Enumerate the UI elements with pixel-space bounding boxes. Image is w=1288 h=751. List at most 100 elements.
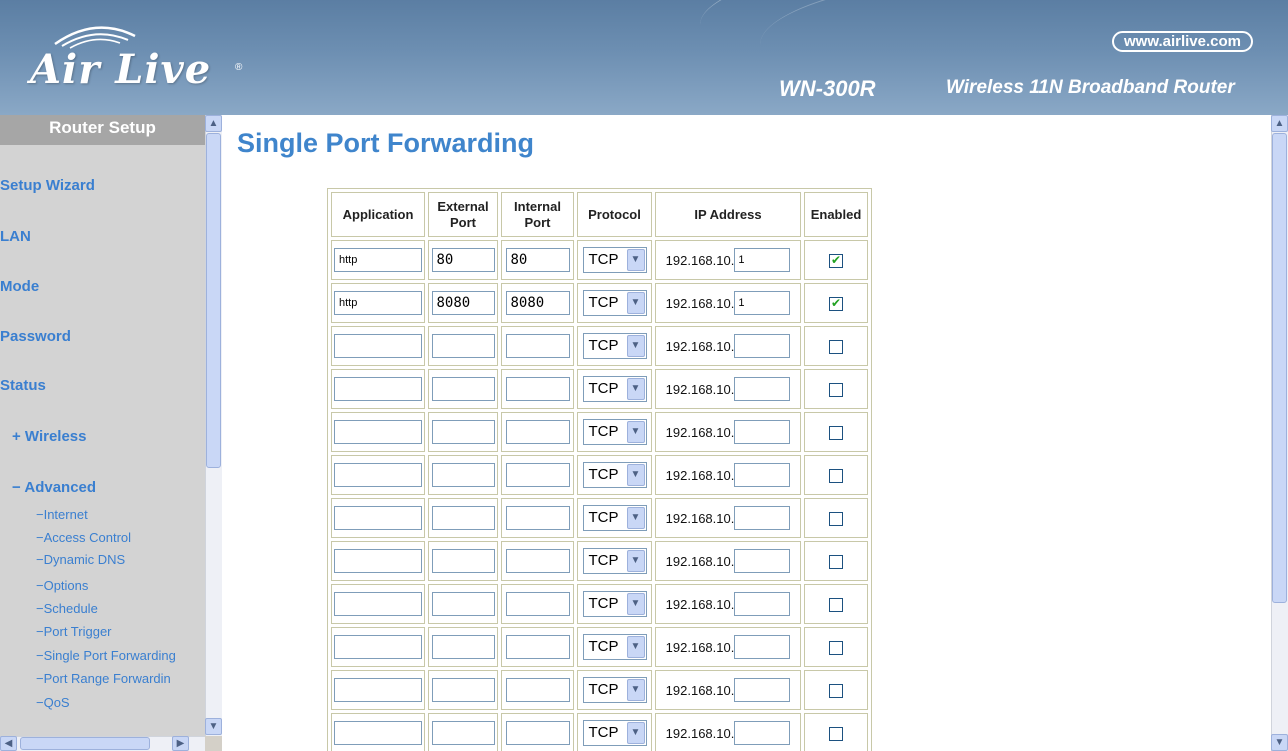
application-input[interactable] [334, 721, 422, 745]
sidebar-subitem-qos[interactable]: −QoS [36, 695, 70, 710]
chevron-down-icon[interactable]: ▼ [626, 335, 645, 357]
sidebar-item-status[interactable]: Status [0, 377, 46, 394]
application-input[interactable] [334, 506, 422, 530]
scroll-right-arrow-icon[interactable]: ▶ [172, 736, 189, 751]
ip-last-octet-input[interactable] [734, 678, 791, 702]
scroll-left-arrow-icon[interactable]: ◀ [0, 736, 17, 751]
scroll-up-arrow-icon[interactable]: ▲ [205, 115, 222, 132]
chevron-down-icon[interactable]: ▼ [626, 593, 645, 615]
application-input[interactable] [334, 334, 422, 358]
enabled-checkbox[interactable] [829, 511, 843, 526]
ip-last-octet-input[interactable] [734, 635, 791, 659]
sidebar-vertical-scrollbar[interactable]: ▲ ▼ [205, 115, 222, 736]
enabled-checkbox[interactable] [829, 425, 843, 440]
chevron-down-icon[interactable]: ▼ [626, 421, 645, 443]
application-input[interactable] [334, 420, 422, 444]
sidebar-subitem-dynamic-dns[interactable]: −Dynamic DNS [36, 552, 125, 567]
chevron-down-icon[interactable]: ▼ [626, 378, 645, 400]
ip-last-octet-input[interactable]: 1 [734, 248, 791, 272]
external-port-input[interactable] [431, 721, 495, 745]
internal-port-input[interactable] [505, 420, 570, 444]
internal-port-input[interactable]: 80 [505, 248, 570, 272]
enabled-checkbox[interactable] [829, 726, 843, 741]
application-input[interactable] [334, 678, 422, 702]
sidebar-item-lan[interactable]: LAN [0, 228, 31, 245]
external-port-input[interactable] [431, 506, 495, 530]
internal-port-input[interactable] [505, 678, 570, 702]
enabled-checkbox[interactable] [829, 296, 843, 311]
internal-port-input[interactable] [505, 635, 570, 659]
protocol-select[interactable]: TCP ▼ [582, 505, 647, 531]
internal-port-input[interactable] [505, 549, 570, 573]
sidebar-scroll-thumb[interactable] [206, 133, 221, 468]
protocol-select[interactable]: TCP ▼ [582, 247, 647, 273]
internal-port-input[interactable] [505, 463, 570, 487]
internal-port-input[interactable] [505, 721, 570, 745]
internal-port-input[interactable] [505, 334, 570, 358]
enabled-checkbox[interactable] [829, 468, 843, 483]
sidebar-horizontal-scrollbar[interactable]: ◀ ▶ [0, 736, 205, 751]
main-scroll-thumb[interactable] [1272, 133, 1287, 603]
application-input[interactable] [334, 377, 422, 401]
enabled-checkbox[interactable] [829, 597, 843, 612]
chevron-down-icon[interactable]: ▼ [626, 679, 645, 701]
external-port-input[interactable]: 80 [431, 248, 495, 272]
chevron-down-icon[interactable]: ▼ [626, 507, 645, 529]
protocol-select[interactable]: TCP ▼ [582, 548, 647, 574]
internal-port-input[interactable] [505, 592, 570, 616]
sidebar-hscroll-thumb[interactable] [20, 737, 150, 750]
ip-last-octet-input[interactable] [734, 549, 791, 573]
external-port-input[interactable] [431, 377, 495, 401]
enabled-checkbox[interactable] [829, 382, 843, 397]
external-port-input[interactable]: 8080 [431, 291, 495, 315]
enabled-checkbox[interactable] [829, 339, 843, 354]
protocol-select[interactable]: TCP ▼ [582, 290, 647, 316]
sidebar-item-mode[interactable]: Mode [0, 278, 39, 295]
external-port-input[interactable] [431, 678, 495, 702]
application-input[interactable]: http [334, 291, 422, 315]
sidebar-subitem-access-control[interactable]: −Access Control [36, 530, 131, 545]
chevron-down-icon[interactable]: ▼ [626, 550, 645, 572]
scroll-down-arrow-icon[interactable]: ▼ [205, 718, 222, 735]
external-port-input[interactable] [431, 635, 495, 659]
application-input[interactable] [334, 463, 422, 487]
sidebar-subitem-port-range-forwarding[interactable]: −Port Range Forwardin [36, 671, 171, 686]
ip-last-octet-input[interactable] [734, 334, 791, 358]
external-port-input[interactable] [431, 463, 495, 487]
internal-port-input[interactable]: 8080 [505, 291, 570, 315]
sidebar-item-password[interactable]: Password [0, 328, 71, 345]
enabled-checkbox[interactable] [829, 554, 843, 569]
ip-last-octet-input[interactable] [734, 377, 791, 401]
sidebar-subitem-port-trigger[interactable]: −Port Trigger [36, 624, 112, 639]
chevron-down-icon[interactable]: ▼ [626, 292, 645, 314]
enabled-checkbox[interactable] [829, 640, 843, 655]
protocol-select[interactable]: TCP ▼ [582, 376, 647, 402]
application-input[interactable] [334, 592, 422, 616]
external-port-input[interactable] [431, 420, 495, 444]
scroll-up-arrow-icon[interactable]: ▲ [1271, 115, 1288, 132]
chevron-down-icon[interactable]: ▼ [626, 249, 645, 271]
application-input[interactable]: http [334, 248, 422, 272]
ip-last-octet-input[interactable] [734, 592, 791, 616]
sidebar-item-wireless[interactable]: + Wireless [12, 428, 87, 445]
external-port-input[interactable] [431, 592, 495, 616]
external-port-input[interactable] [431, 334, 495, 358]
protocol-select[interactable]: TCP ▼ [582, 591, 647, 617]
chevron-down-icon[interactable]: ▼ [626, 636, 645, 658]
sidebar-subitem-single-port-forwarding[interactable]: −Single Port Forwarding [36, 648, 176, 663]
protocol-select[interactable]: TCP ▼ [582, 333, 647, 359]
main-vertical-scrollbar[interactable]: ▲ ▼ [1271, 115, 1288, 751]
application-input[interactable] [334, 549, 422, 573]
chevron-down-icon[interactable]: ▼ [626, 722, 645, 744]
sidebar-item-advanced[interactable]: − Advanced [12, 479, 96, 496]
sidebar-subitem-options[interactable]: −Options [36, 578, 88, 593]
enabled-checkbox[interactable] [829, 683, 843, 698]
protocol-select[interactable]: TCP ▼ [582, 419, 647, 445]
sidebar-subitem-internet[interactable]: −Internet [36, 507, 88, 522]
protocol-select[interactable]: TCP ▼ [582, 462, 647, 488]
sidebar-item-setup-wizard[interactable]: Setup Wizard [0, 177, 95, 194]
chevron-down-icon[interactable]: ▼ [626, 464, 645, 486]
protocol-select[interactable]: TCP ▼ [582, 634, 647, 660]
ip-last-octet-input[interactable]: 1 [734, 291, 791, 315]
sidebar-subitem-schedule[interactable]: −Schedule [36, 601, 98, 616]
